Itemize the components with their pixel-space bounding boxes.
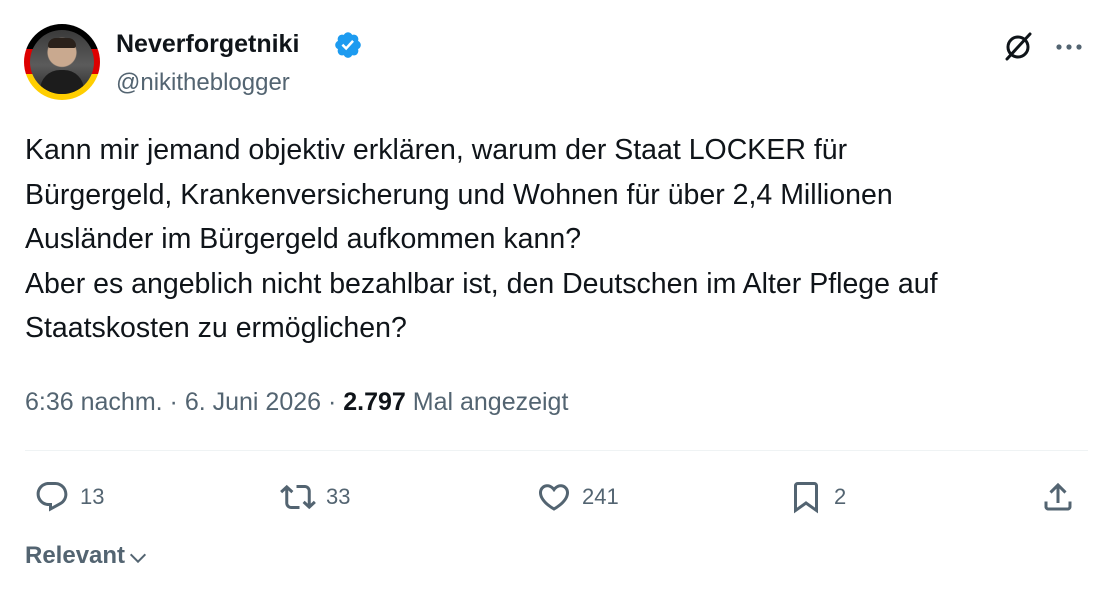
user-handle[interactable]: @nikitheblogger [116,68,290,98]
sort-relevant-dropdown[interactable]: Relevant [25,540,149,572]
like-button[interactable]: 241 [536,476,619,518]
views-count: 2.797 [343,388,406,416]
bookmark-button[interactable]: 2 [788,476,846,518]
sort-label: Relevant [25,542,126,569]
meta-separator: · [162,388,185,416]
views-label: Mal angezeigt [405,388,569,416]
display-name[interactable]: Neverforgetniki [116,28,299,60]
meta-separator: · [321,388,344,416]
chevron-down-icon [130,553,147,564]
tweet-time[interactable]: 6:36 nachm. [25,388,163,416]
verified-badge-icon [335,32,361,58]
retweet-button[interactable]: 33 [280,476,350,518]
heart-icon [538,484,570,511]
reply-icon [36,482,68,512]
like-count: 241 [582,484,619,509]
more-icon[interactable] [1052,30,1086,64]
tweet-text-line: Kann mir jemand objektiv erklären, warum… [25,134,848,166]
tweet-text-line: Staatskosten zu ermöglichen? [25,312,407,344]
share-icon [1044,482,1072,511]
retweet-icon [280,484,316,510]
avatar[interactable] [30,30,94,94]
retweet-count: 33 [326,484,351,509]
tweet-meta: 6:36 nachm. · 6. Juni 2026 · 2.797 Mal a… [25,384,568,420]
divider [25,450,1088,451]
tweet-text-line: Bürgergeld, Krankenversicherung und Wohn… [25,178,893,211]
tweet-text-line: Aber es angeblich nicht bezahlbar ist, d… [25,267,938,300]
reply-count: 13 [80,484,105,509]
grok-icon[interactable] [1000,28,1036,64]
tweet-date[interactable]: 6. Juni 2026 [185,388,321,416]
reply-button[interactable]: 13 [34,476,104,518]
avatar-hair [48,38,76,48]
tweet-text: Kann mir jemand objektiv erklären, warum… [25,128,1095,351]
bookmark-icon [794,482,818,514]
bookmark-count: 2 [834,484,847,509]
tweet-card: Neverforgetniki @nikitheblogger Kann mir… [0,0,1116,592]
tweet-text-line: Ausländer im Bürgergeld aufkommen kann? [25,223,582,255]
share-button[interactable] [1040,476,1076,518]
avatar-body [40,70,84,94]
